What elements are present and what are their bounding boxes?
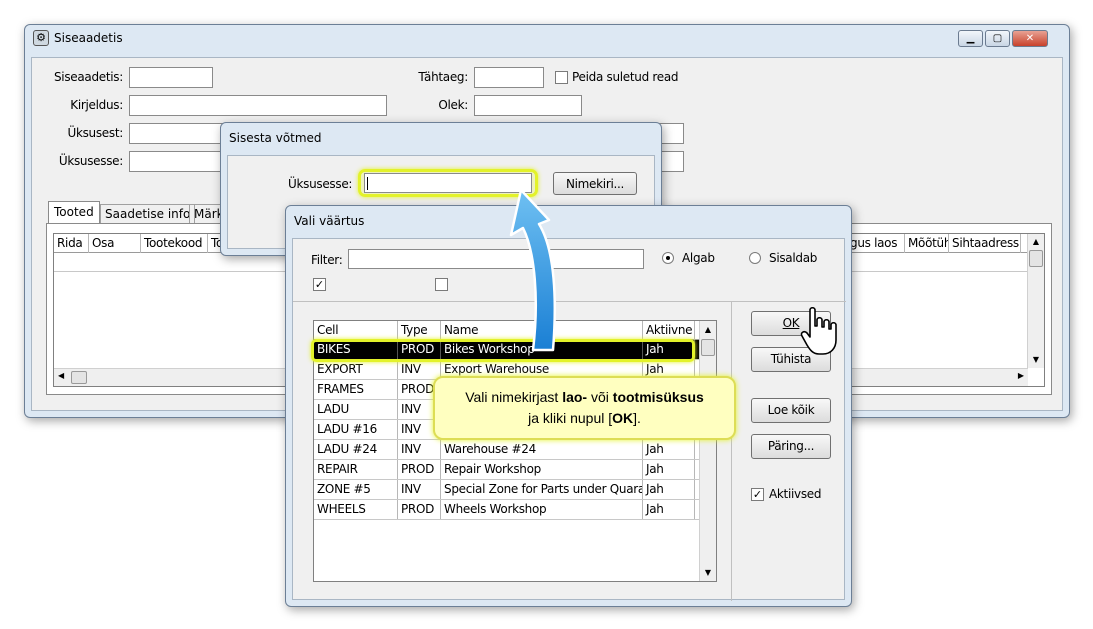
main-titlebar[interactable]: ⚙ Siseaadetis — [25, 25, 1069, 51]
kirjeldus-label: Kirjeldus: — [70, 98, 123, 112]
table-cell-cell: EXPORT — [314, 360, 398, 379]
table-cell-type: INV — [398, 480, 441, 499]
loe-koik-button[interactable]: Loe kõik — [751, 398, 831, 423]
aktiivsed-checkbox[interactable]: ✓ — [751, 488, 764, 501]
keys-dialog-titlebar[interactable]: Sisesta võtmed — [221, 123, 661, 153]
callout-line-1: Vali nimekirjast lao- või tootmisüksus — [465, 389, 704, 405]
table-cell-cell: LADU — [314, 400, 398, 419]
table-row[interactable]: WHEELS PROD Wheels Workshop Jah — [314, 500, 700, 520]
table-cell-type: INV — [398, 360, 441, 379]
table-cell-type: INV — [398, 440, 441, 459]
scroll-down-icon[interactable]: ▼ — [1028, 352, 1044, 368]
table-cell-cell: WHEELS — [314, 500, 398, 519]
table-cell-active: Jah — [643, 500, 695, 519]
table-cell-cell: REPAIR — [314, 460, 398, 479]
values-scroll-down-icon[interactable]: ▼ — [700, 565, 716, 581]
table-row[interactable]: REPAIR PROD Repair Workshop Jah — [314, 460, 700, 480]
peida-checkbox[interactable] — [555, 71, 568, 84]
maximize-button[interactable]: ▢ — [985, 30, 1010, 47]
col-osa[interactable]: Osa — [89, 234, 141, 253]
radio-sisaldab[interactable] — [749, 252, 761, 264]
filter-checkbox-2[interactable] — [435, 278, 448, 291]
values-grid-vscroll[interactable]: ▲ ▼ — [699, 321, 716, 581]
radio-sisaldab-label: Sisaldab — [769, 251, 818, 265]
values-scroll-thumb[interactable] — [701, 339, 715, 356]
uksusesse-label: Üksusesse: — [58, 154, 123, 168]
tahtaeg-label: Tähtaeg: — [418, 70, 468, 84]
uksusesse-input[interactable] — [129, 151, 224, 172]
keys-dialog-title: Sisesta võtmed — [229, 131, 322, 145]
col-kogus-laos[interactable]: gus laos — [847, 234, 905, 253]
peida-label: Peida suletud read — [572, 70, 679, 84]
table-cell-cell: LADU #24 — [314, 440, 398, 459]
filter-checkbox-1[interactable]: ✓ — [313, 278, 326, 291]
olek-input[interactable] — [474, 95, 582, 116]
table-cell-cell: LADU #16 — [314, 420, 398, 439]
table-cell-cell: ZONE #5 — [314, 480, 398, 499]
scroll-up-icon[interactable]: ▲ — [1028, 234, 1044, 250]
col-type[interactable]: Type — [398, 321, 441, 340]
products-grid-vscroll[interactable]: ▲ ▼ — [1027, 234, 1044, 368]
siseaadetis-label: Siseaadetis: — [53, 70, 123, 84]
tab-tooted[interactable]: Tooted — [48, 201, 100, 223]
main-window-title: Siseaadetis — [54, 31, 123, 45]
text-cursor — [367, 177, 368, 190]
col-cell[interactable]: Cell — [314, 321, 398, 340]
value-dialog-title: Vali väärtus — [294, 214, 365, 228]
kirjeldus-input[interactable] — [129, 95, 387, 116]
table-row[interactable]: LADU #24 INV Warehouse #24 Jah — [314, 440, 700, 460]
hand-pointer-icon — [800, 306, 837, 355]
table-cell-active: Jah — [643, 460, 695, 479]
minimize-button[interactable]: ▁ — [958, 30, 983, 47]
paring-button[interactable]: Päring... — [751, 434, 831, 459]
app-icon: ⚙ — [33, 30, 49, 46]
values-scroll-up-icon[interactable]: ▲ — [700, 321, 716, 339]
table-cell-type: PROD — [398, 460, 441, 479]
callout-line-2: ja kliki nupul [OK]. — [528, 410, 641, 426]
table-cell-type: PROD — [398, 500, 441, 519]
curved-arrow-icon — [509, 188, 556, 352]
table-cell-name: Repair Workshop — [441, 460, 643, 479]
table-cell-name: Warehouse #24 — [441, 440, 643, 459]
olek-label: Olek: — [438, 98, 468, 112]
aktiivsed-label: Aktiivsed — [769, 487, 822, 501]
uksusest-input[interactable] — [129, 123, 224, 144]
col-mootuhik[interactable]: Mõõtüh — [905, 234, 949, 253]
tab-saadetise-info[interactable]: Saadetise info — [100, 204, 196, 223]
table-cell-name: Wheels Workshop — [441, 500, 643, 519]
close-button[interactable]: ✕ — [1012, 30, 1048, 47]
table-row[interactable]: ZONE #5 INV Special Zone for Parts under Q… — [314, 480, 700, 500]
table-cell-cell: FRAMES — [314, 380, 398, 399]
scroll-left-icon[interactable]: ◀ — [58, 371, 64, 380]
col-tootekood[interactable]: Tootekood — [141, 234, 208, 253]
selected-row-highlight — [311, 339, 695, 362]
col-rida[interactable]: Rida — [54, 234, 89, 253]
table-cell-active: Jah — [643, 480, 695, 499]
filter-label: Filter: — [311, 253, 343, 267]
col-aktiivne[interactable]: Aktiivne — [643, 321, 695, 340]
radio-algab[interactable] — [662, 252, 674, 264]
hscroll-thumb[interactable] — [71, 371, 87, 384]
radio-algab-label: Algab — [682, 251, 715, 265]
separator-v — [731, 301, 732, 601]
scroll-thumb[interactable] — [1029, 250, 1043, 267]
siseaadetis-input[interactable] — [129, 67, 213, 88]
table-cell-name: Special Zone for Parts under Quarantine — [441, 480, 643, 499]
col-sihtaadress[interactable]: Sihtaadress — [949, 234, 1021, 253]
uksusest-label: Üksusest: — [67, 126, 123, 140]
instruction-callout: Vali nimekirjast lao- või tootmisüksus j… — [433, 376, 736, 440]
scroll-right-icon[interactable]: ▶ — [1018, 371, 1024, 380]
table-cell-active: Jah — [643, 440, 695, 459]
tahtaeg-input[interactable] — [474, 67, 544, 88]
keys-uksusesse-label: Üksusesse: — [288, 177, 353, 191]
